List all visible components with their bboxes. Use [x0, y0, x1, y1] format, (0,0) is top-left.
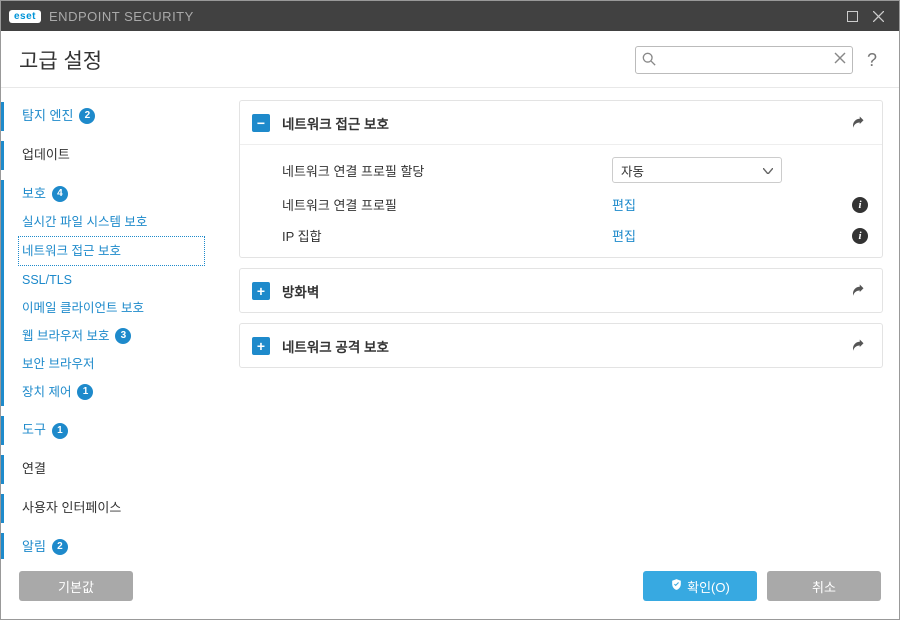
brand-badge: eset	[9, 10, 41, 23]
sidebar-item-label: 이메일 클라이언트 보호	[22, 298, 144, 318]
expand-icon[interactable]: +	[252, 282, 270, 300]
panel-header[interactable]: + 방화벽	[240, 269, 882, 312]
undo-button[interactable]	[848, 278, 870, 303]
sidebar-item-device-control[interactable]: 장치 제어 1	[4, 378, 211, 406]
x-icon	[833, 51, 847, 65]
sidebar-group-notification: 알림 2	[1, 533, 211, 559]
body: 탐지 엔진 2 업데이트 보호 4 실시간 파일 시스템 보호 네트워크 접	[1, 88, 899, 559]
row-label: IP 집합	[282, 226, 612, 245]
sidebar-item-update[interactable]: 업데이트	[4, 141, 211, 170]
ok-button[interactable]: 확인(O)	[643, 571, 757, 601]
row-profile-edit: 네트워크 연결 프로필 편집 i	[240, 189, 882, 220]
info-icon[interactable]: i	[852, 197, 868, 213]
header: 고급 설정 ?	[1, 31, 899, 88]
sidebar-badge: 3	[115, 328, 131, 344]
panel-title: 네트워크 공격 보호	[282, 336, 389, 356]
sidebar-item-protection[interactable]: 보호 4	[4, 180, 211, 209]
sidebar-item-label: 장치 제어	[22, 382, 71, 402]
sidebar-group-connection: 연결	[1, 455, 211, 484]
sidebar-item-label: 사용자 인터페이스	[22, 498, 121, 519]
sidebar-item-label: SSL/TLS	[22, 270, 72, 290]
sidebar-group-ui: 사용자 인터페이스	[1, 494, 211, 523]
sidebar-item-web-browser[interactable]: 웹 브라우저 보호 3	[4, 322, 211, 350]
sidebar-badge: 4	[52, 186, 68, 202]
sidebar-item-label: 연결	[22, 459, 46, 480]
sidebar-item-label: 도구	[22, 420, 46, 441]
sidebar-item-secure-browser[interactable]: 보안 브라우저	[4, 350, 211, 378]
close-button[interactable]	[865, 3, 891, 29]
page-title: 고급 설정	[19, 45, 102, 75]
sidebar-group-tools: 도구 1	[1, 416, 211, 445]
sidebar-badge: 1	[77, 384, 93, 400]
window: eset ENDPOINT SECURITY 고급 설정 ?	[0, 0, 900, 620]
undo-button[interactable]	[848, 110, 870, 135]
sidebar-item-connection[interactable]: 연결	[4, 455, 211, 484]
ok-button-label: 확인(O)	[687, 577, 730, 596]
sidebar-item-label: 탐지 엔진	[22, 106, 73, 127]
row-label: 네트워크 연결 프로필 할당	[282, 161, 612, 180]
row-profile-assign: 네트워크 연결 프로필 할당 자동	[240, 151, 882, 189]
info-icon[interactable]: i	[852, 228, 868, 244]
maximize-button[interactable]	[839, 3, 865, 29]
expand-icon[interactable]: +	[252, 337, 270, 355]
row-label: 네트워크 연결 프로필	[282, 195, 612, 214]
sidebar-item-ssl-tls[interactable]: SSL/TLS	[4, 266, 211, 294]
maximize-icon	[847, 11, 858, 22]
sidebar-item-label: 보안 브라우저	[22, 354, 94, 374]
default-button[interactable]: 기본값	[19, 571, 133, 601]
help-button[interactable]: ?	[863, 50, 881, 71]
edit-link[interactable]: 편집	[612, 195, 782, 214]
sidebar-item-detection-engine[interactable]: 탐지 엔진 2	[4, 102, 211, 131]
edit-link[interactable]: 편집	[612, 226, 782, 245]
sidebar-item-label: 실시간 파일 시스템 보호	[22, 212, 147, 232]
undo-icon	[850, 280, 868, 298]
brand-name: ENDPOINT SECURITY	[49, 9, 194, 24]
panel-body: 네트워크 연결 프로필 할당 자동 네트워크 연결 프로	[240, 145, 882, 257]
sidebar-item-user-interface[interactable]: 사용자 인터페이스	[4, 494, 211, 523]
search-clear-button[interactable]	[833, 51, 847, 68]
cancel-button[interactable]: 취소	[767, 571, 881, 601]
sidebar-item-label: 알림	[22, 537, 46, 558]
sidebar-group-protection: 보호 4 실시간 파일 시스템 보호 네트워크 접근 보호 SSL/TLS 이메…	[1, 180, 211, 407]
titlebar: eset ENDPOINT SECURITY	[1, 1, 899, 31]
search-input[interactable]	[635, 46, 853, 74]
search-icon	[642, 52, 656, 69]
collapse-icon[interactable]: −	[252, 114, 270, 132]
panel-header[interactable]: + 네트워크 공격 보호	[240, 324, 882, 367]
panel-header[interactable]: − 네트워크 접근 보호	[240, 101, 882, 145]
select-value: 자동	[621, 161, 644, 180]
sidebar-item-notification[interactable]: 알림 2	[4, 533, 211, 559]
sidebar-badge: 2	[79, 108, 95, 124]
close-icon	[873, 11, 884, 22]
sidebar-group-update: 업데이트	[1, 141, 211, 170]
panel-title: 네트워크 접근 보호	[282, 113, 389, 133]
content: − 네트워크 접근 보호 네트워크 연결 프로필 할당 자동	[211, 88, 899, 559]
chevron-down-icon	[763, 163, 773, 177]
sidebar-item-label: 업데이트	[22, 145, 70, 166]
undo-button[interactable]	[848, 333, 870, 358]
sidebar-item-label: 보호	[22, 184, 46, 205]
sidebar-item-label: 웹 브라우저 보호	[22, 326, 109, 346]
sidebar-badge: 1	[52, 423, 68, 439]
profile-select[interactable]: 자동	[612, 157, 782, 183]
sidebar-item-label: 네트워크 접근 보호	[22, 241, 121, 261]
panel-title: 방화벽	[282, 281, 319, 301]
sidebar-item-realtime-file[interactable]: 실시간 파일 시스템 보호	[4, 208, 211, 236]
sidebar-badge: 2	[52, 539, 68, 555]
sidebar-item-tools[interactable]: 도구 1	[4, 416, 211, 445]
panel-network-access: − 네트워크 접근 보호 네트워크 연결 프로필 할당 자동	[239, 100, 883, 258]
shield-icon	[670, 578, 683, 594]
panel-network-attack: + 네트워크 공격 보호	[239, 323, 883, 368]
row-ip-sets: IP 집합 편집 i	[240, 220, 882, 251]
footer: 기본값 확인(O) 취소	[1, 559, 899, 619]
sidebar-item-network-access[interactable]: 네트워크 접근 보호	[18, 236, 205, 266]
app-logo: eset ENDPOINT SECURITY	[9, 9, 194, 24]
search-wrap	[635, 46, 853, 74]
undo-icon	[850, 112, 868, 130]
sidebar: 탐지 엔진 2 업데이트 보호 4 실시간 파일 시스템 보호 네트워크 접	[1, 88, 211, 559]
undo-icon	[850, 335, 868, 353]
sidebar-group-detection: 탐지 엔진 2	[1, 102, 211, 131]
sidebar-item-email-client[interactable]: 이메일 클라이언트 보호	[4, 294, 211, 322]
panel-firewall: + 방화벽	[239, 268, 883, 313]
